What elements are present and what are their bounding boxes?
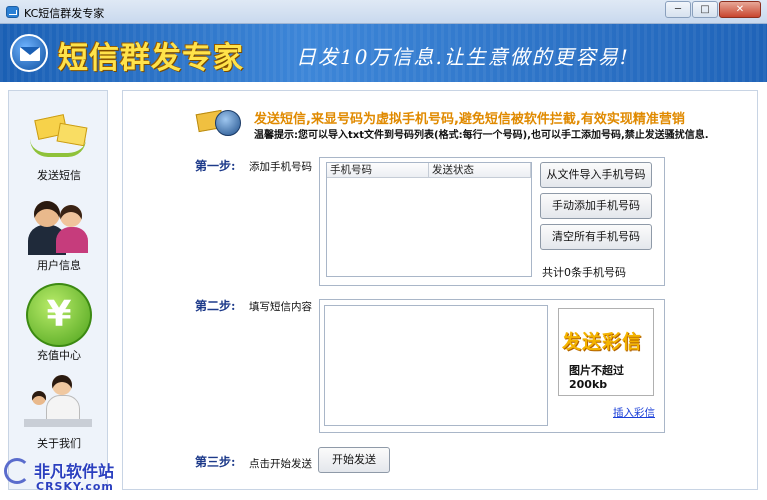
column-phone[interactable]: 手机号码 — [327, 163, 429, 177]
window-controls: ─ □ ✕ — [665, 1, 761, 18]
maximize-button[interactable]: □ — [692, 1, 718, 18]
banner-slogan: 日发10万信息.让生意做的更容易! — [296, 45, 630, 69]
import-numbers-button[interactable]: 从文件导入手机号码 — [540, 162, 652, 188]
step3-label: 第三步: — [195, 455, 236, 469]
watermark-en: CRSKY.com — [36, 480, 114, 493]
yuan-coin-icon: ¥ — [24, 283, 94, 347]
step2-desc: 填写短信内容 — [249, 301, 312, 313]
minimize-button[interactable]: ─ — [665, 1, 691, 18]
sidebar-item-label: 发送短信 — [37, 169, 81, 182]
step1-label: 第一步: — [195, 159, 236, 173]
mms-title: 发送彩信 — [562, 331, 643, 353]
title-bar: KC短信群发专家 ─ □ ✕ — [0, 0, 767, 24]
send-sms-icon — [24, 103, 94, 165]
phone-list[interactable]: 手机号码 发送状态 — [326, 162, 532, 277]
column-status[interactable]: 发送状态 — [429, 163, 531, 177]
step1-desc: 添加手机号码 — [249, 161, 312, 173]
sidebar-item-recharge[interactable]: ¥ 充值中心 — [9, 283, 109, 363]
message-textarea[interactable] — [324, 305, 548, 426]
watermark-logo-icon — [4, 458, 30, 484]
list-header: 手机号码 发送状态 — [327, 163, 531, 178]
close-button[interactable]: ✕ — [719, 1, 761, 18]
insert-mms-link[interactable]: 插入彩信 — [613, 405, 655, 420]
clear-numbers-button[interactable]: 清空所有手机号码 — [540, 224, 652, 250]
step2-label: 第二步: — [195, 299, 236, 313]
start-send-button[interactable]: 开始发送 — [318, 447, 390, 473]
users-icon — [24, 193, 94, 255]
sidebar-item-label: 充值中心 — [37, 349, 81, 362]
number-count: 共计0条手机号码 — [542, 266, 626, 279]
mms-size-hint: 图片不超过200kb — [569, 364, 624, 391]
mms-image[interactable]: 发送彩信 图片不超过200kb — [558, 308, 654, 396]
add-number-button[interactable]: 手动添加手机号码 — [540, 193, 652, 219]
main-panel: 发送短信,来显号码为虚拟手机号码,避免短信被软件拦截,有效实现精准营销 温馨提示… — [122, 90, 758, 490]
mail-icon — [10, 34, 48, 72]
header-notice: 发送短信,来显号码为虚拟手机号码,避免短信被软件拦截,有效实现精准营销 — [254, 112, 685, 127]
support-staff-icon — [24, 371, 94, 433]
sidebar-item-about[interactable]: 关于我们 — [9, 371, 109, 451]
sidebar-item-send-sms[interactable]: 发送短信 — [9, 103, 109, 183]
header-banner: 短信群发专家 日发10万信息.让生意做的更容易! — [0, 24, 767, 82]
watermark: 非凡软件站 CRSKY.com — [0, 454, 150, 500]
app-icon — [6, 6, 19, 18]
sidebar: 发送短信 用户信息 ¥ 充值中心 关于我们 — [8, 90, 108, 490]
step3-desc: 点击开始发送 — [249, 458, 312, 470]
sidebar-item-label: 关于我们 — [37, 437, 81, 450]
watermark-cn: 非凡软件站 — [34, 462, 115, 481]
mail-globe-icon — [195, 106, 241, 140]
message-group: 发送彩信 图片不超过200kb 插入彩信 — [319, 299, 665, 433]
sidebar-item-user-info[interactable]: 用户信息 — [9, 193, 109, 273]
phone-group: 手机号码 发送状态 从文件导入手机号码 手动添加手机号码 清空所有手机号码 共计… — [319, 157, 665, 286]
banner-title: 短信群发专家 — [58, 41, 244, 76]
window-title: KC短信群发专家 — [24, 7, 105, 20]
sidebar-item-label: 用户信息 — [37, 259, 81, 272]
header-tip: 温馨提示:您可以导入txt文件到号码列表(格式:每行一个号码),也可以手工添加号… — [254, 130, 709, 141]
